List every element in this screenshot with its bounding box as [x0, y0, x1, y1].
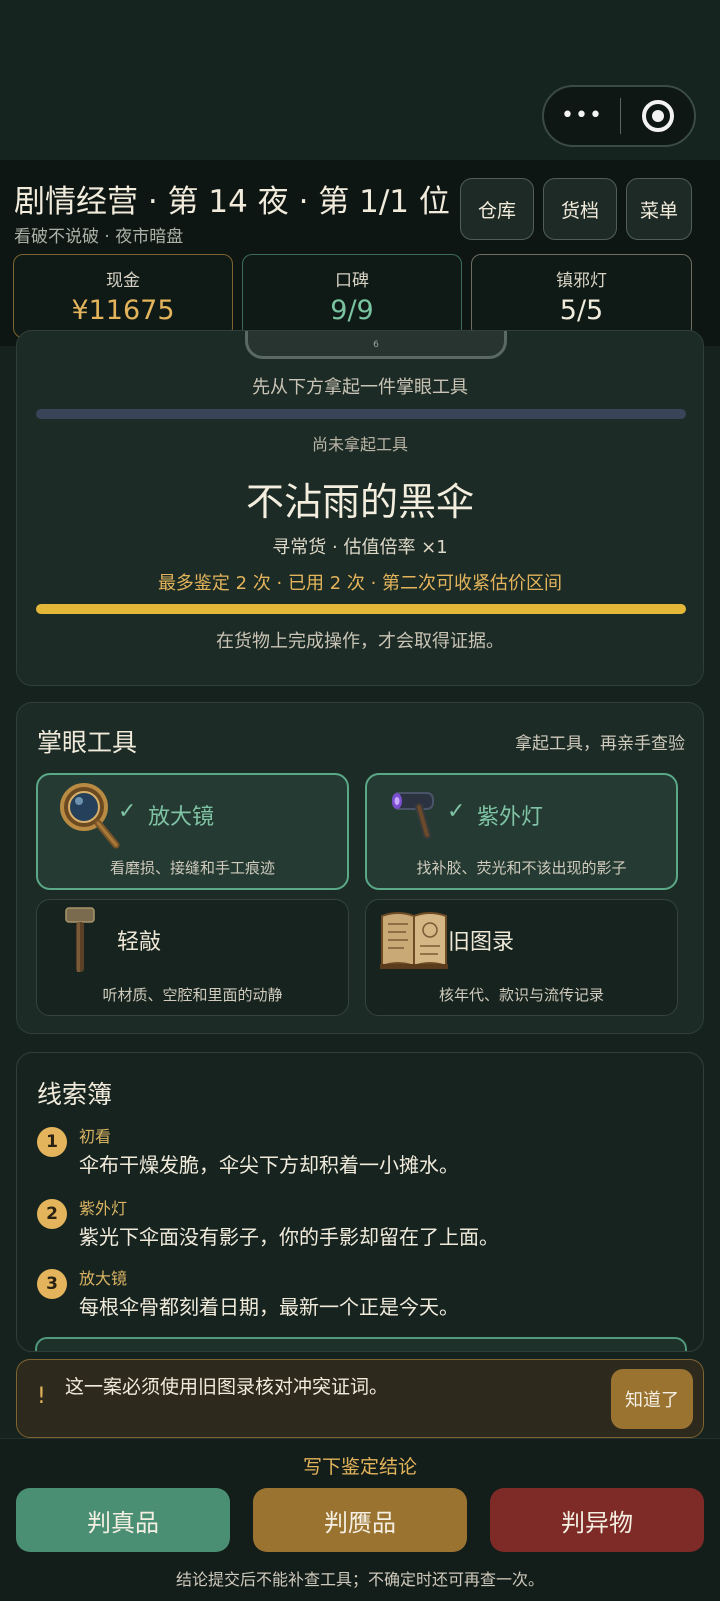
usage-info: 最多鉴定 2 次 · 已用 2 次 · 第二次可收紧估价区间	[157, 573, 563, 594]
tool-desc: 找补胶、荧光和不该出现的影子	[416, 859, 627, 877]
page-title: 剧情经营 · 第 14 夜 · 第 1/1 位	[14, 184, 450, 220]
tools-panel: 掌眼工具 拿起工具，再亲手查验 ✓ 放大镜 看磨损、接缝和手工痕迹 ✓ 紫外灯 …	[16, 702, 704, 1034]
close-miniprogram-button[interactable]	[621, 100, 694, 132]
clue-number: 1	[37, 1127, 67, 1157]
old-catalog-icon	[380, 912, 448, 969]
item-tray-handle[interactable]: 6	[245, 331, 507, 359]
clue-source: 紫外灯	[79, 1199, 128, 1218]
target-icon	[641, 100, 674, 132]
hammer-icon	[65, 907, 95, 972]
toast-message: 这一案必须使用旧图录核对冲突证词。	[65, 1376, 389, 1398]
ledger-button[interactable]: 货档	[543, 178, 617, 240]
item-name: 不沾雨的黑伞	[245, 480, 474, 524]
clue-number: 2	[37, 1199, 67, 1229]
tool-desc: 看磨损、接缝和手工痕迹	[109, 859, 275, 877]
clue-number: 3	[37, 1269, 67, 1299]
appraisal-panel: 6 先从下方拿起一件掌眼工具 尚未拿起工具 不沾雨的黑伞 寻常货 · 估值倍率 …	[16, 330, 704, 686]
menu-button[interactable]: 菜单	[626, 178, 692, 240]
reputation-stat: 口碑 9/9	[242, 254, 462, 338]
judge-genuine-button[interactable]: 判真品	[16, 1488, 230, 1552]
appraisal-note: 在货物上完成操作，才会取得证据。	[216, 631, 504, 652]
verdict-heading: 写下鉴定结论	[302, 1456, 417, 1478]
appraisal-prompt: 先从下方拿起一件掌眼工具	[252, 377, 468, 398]
clue-source: 放大镜	[79, 1269, 128, 1288]
warning-icon: !	[37, 1384, 46, 1409]
reputation-value: 9/9	[330, 295, 374, 326]
tray-hint: 6	[373, 340, 379, 350]
tool-state: 尚未拿起工具	[311, 435, 408, 454]
dismiss-button[interactable]: 知道了	[611, 1369, 693, 1429]
check-icon: ✓	[447, 799, 466, 824]
cash-value: ¥11675	[71, 295, 175, 326]
uv-lamp-icon	[392, 792, 434, 839]
cash-stat: 现金 ¥11675	[13, 254, 233, 338]
clue-text: 紫光下伞面没有影子，你的手影却留在了上面。	[79, 1225, 499, 1249]
clue-source: 初看	[79, 1127, 112, 1146]
tool-desc: 核年代、款识与流传记录	[438, 986, 604, 1004]
tool-name: 轻敲	[117, 930, 162, 955]
reputation-label: 口碑	[335, 271, 369, 291]
tools-title: 掌眼工具	[37, 728, 138, 757]
tools-hint: 拿起工具，再亲手查验	[515, 734, 685, 754]
usage-progress-track	[36, 604, 686, 614]
judge-fake-button[interactable]: 判赝品	[253, 1488, 467, 1552]
tool-name: 放大镜	[148, 805, 215, 830]
check-icon: ✓	[118, 799, 137, 824]
warehouse-button[interactable]: 仓库	[460, 178, 534, 240]
item-meta: 寻常货 · 估值倍率 ×1	[272, 537, 448, 558]
tool-uv-lamp[interactable]: ✓ 紫外灯 找补胶、荧光和不该出现的影子	[365, 773, 678, 890]
tool-name: 紫外灯	[477, 805, 544, 830]
lamp-label: 镇邪灯	[556, 271, 607, 291]
mini-program-capsule: •••	[542, 85, 696, 147]
tool-old-catalog[interactable]: 旧图录 核年代、款识与流传记录	[365, 899, 678, 1016]
clue-text: 每根伞骨都刻着日期，最新一个正是今天。	[79, 1295, 459, 1319]
tool-desc: 听材质、空腔和里面的动静	[102, 986, 283, 1004]
judge-anomaly-button[interactable]: 判异物	[490, 1488, 704, 1552]
tool-holder-bar	[36, 409, 686, 419]
notice-toast: ! 这一案必须使用旧图录核对冲突证词。 知道了	[16, 1359, 704, 1438]
clue-book-panel: 线索簿 1 初看 伞布干燥发脆，伞尖下方却积着一小摊水。 2 紫外灯 紫光下伞面…	[16, 1052, 704, 1352]
more-menu-button[interactable]: •••	[544, 85, 620, 147]
lamp-value: 5/5	[559, 295, 604, 326]
cash-label: 现金	[106, 271, 140, 291]
lamp-stat: 镇邪灯 5/5	[471, 254, 692, 338]
tool-magnifier[interactable]: ✓ 放大镜 看磨损、接缝和手工痕迹	[36, 773, 349, 890]
clue-action-button[interactable]	[35, 1337, 687, 1351]
tool-name: 旧图录	[448, 930, 515, 955]
verdict-footnote: 结论提交后不能补查工具；不确定时还可再查一次。	[175, 1570, 544, 1589]
clue-book-title: 线索簿	[37, 1080, 113, 1109]
usage-progress-fill	[36, 604, 686, 614]
clue-text: 伞布干燥发脆，伞尖下方却积着一小摊水。	[79, 1153, 459, 1177]
tool-tap[interactable]: 轻敲 听材质、空腔和里面的动静	[36, 899, 349, 1016]
magnifier-icon	[60, 783, 120, 849]
page-subtitle: 看破不说破 · 夜市暗盘	[14, 227, 184, 247]
